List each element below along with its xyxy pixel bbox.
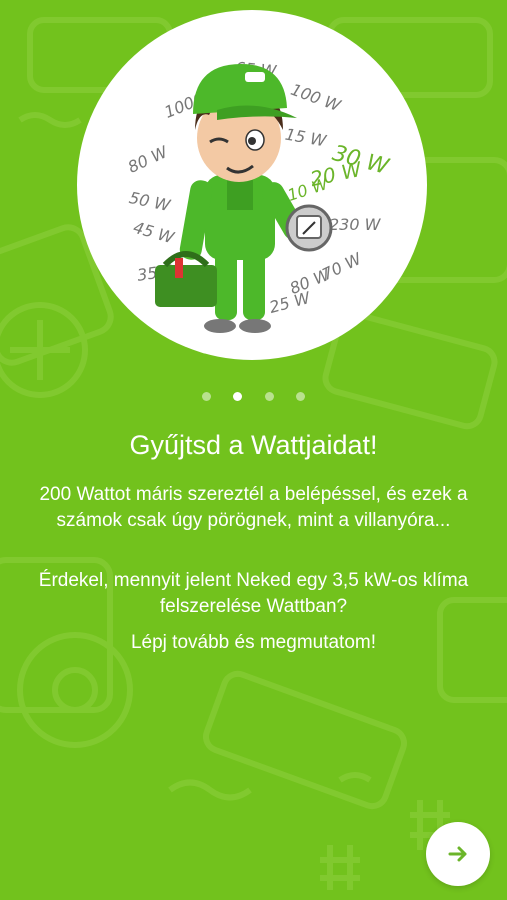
page-dot[interactable]	[264, 392, 274, 401]
onboarding-paragraph: Érdekel, mennyit jelent Neked egy 3,5 kW…	[38, 570, 469, 617]
onboarding-paragraph: 200 Wattot máris szereztél a belépéssel,…	[39, 484, 468, 531]
hero-illustration: 1000 W 65 W 100 W 15 W 80 W 30 W 20 W 10…	[77, 10, 427, 360]
next-button[interactable]	[426, 822, 490, 886]
onboarding-paragraph: Lépj tovább és megmutatom!	[130, 632, 377, 653]
page-dot[interactable]	[296, 392, 306, 401]
page-indicator	[0, 388, 507, 406]
arrow-right-icon	[448, 846, 467, 862]
technician-mascot	[155, 64, 333, 333]
page-dot[interactable]	[201, 392, 211, 401]
onboarding-title: Gyűjtsd a Wattjaidat!	[129, 430, 378, 460]
page-dot-active[interactable]	[233, 392, 243, 401]
